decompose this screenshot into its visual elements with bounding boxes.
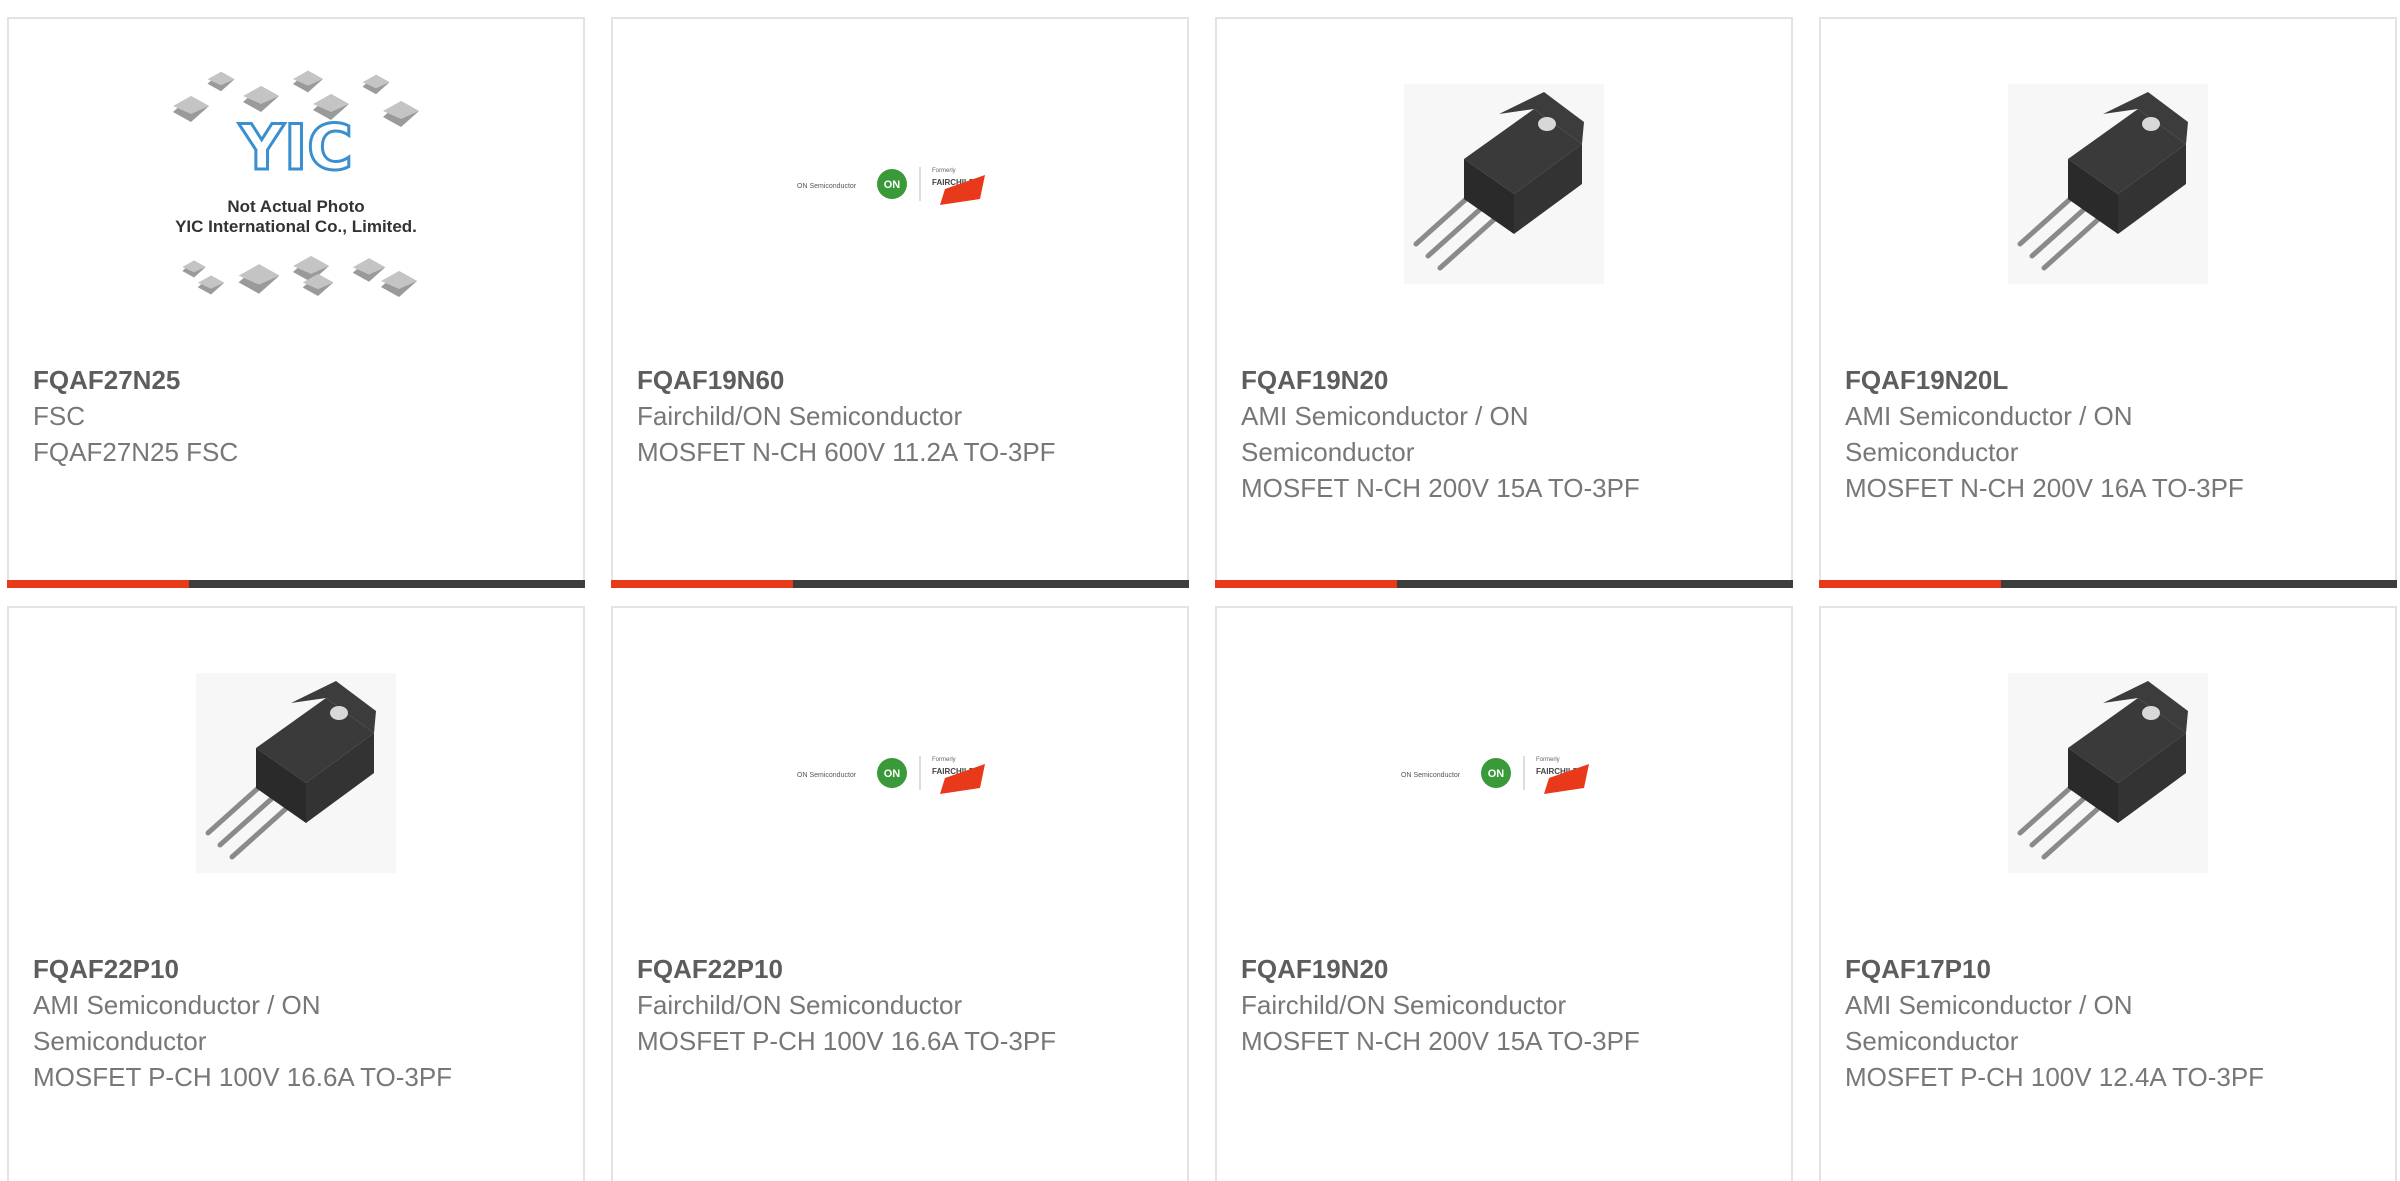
svg-text:Formerly: Formerly [932,757,956,763]
transistor-photo-icon [2008,84,2208,284]
svg-text:YIC: YIC [238,111,352,184]
description: FQAF27N25 FSC [33,437,239,467]
on-fairchild-logo-icon: ON Semiconductor ON Formerly FAIRCHILD [797,167,985,205]
description: MOSFET P-CH 100V 16.6A TO-3PF [33,1062,453,1092]
manufacturer: AMI Semiconductor / ON Semiconductor [1845,990,2133,1056]
manufacturer: AMI Semiconductor / ON Semiconductor [1241,401,1529,467]
description: MOSFET N-CH 200V 15A TO-3PF [1241,1026,1640,1056]
product-image[interactable]: ON Semiconductor ON Formerly FAIRCHILD [1217,608,1791,938]
card-footer-bar [611,580,1189,588]
part-number[interactable]: FQAF19N20 [1241,362,1701,398]
svg-text:Formerly: Formerly [1536,757,1560,763]
svg-text:ON: ON [884,179,901,191]
product-card[interactable]: FQAF19N20 AMI Semiconductor / ON Semicon… [1215,17,1793,588]
part-number[interactable]: FQAF22P10 [33,951,493,987]
product-card[interactable]: ON Semiconductor ON Formerly FAIRCHILD F… [611,17,1189,588]
svg-text:ON Semiconductor: ON Semiconductor [797,183,857,190]
product-card[interactable]: ON Semiconductor ON Formerly FAIRCHILD F… [611,606,1189,1181]
manufacturer: AMI Semiconductor / ON Semiconductor [33,990,321,1056]
card-footer-bar [1215,580,1793,588]
part-number[interactable]: FQAF17P10 [1845,951,2305,987]
transistor-photo-icon [1404,84,1604,284]
manufacturer: AMI Semiconductor / ON Semiconductor [1845,401,2133,467]
product-image[interactable] [9,608,583,938]
product-image[interactable] [1821,19,2395,349]
on-fairchild-logo-icon: ON Semiconductor ON Formerly FAIRCHILD [1401,756,1589,794]
description: MOSFET N-CH 200V 15A TO-3PF [1241,473,1640,503]
description: MOSFET N-CH 600V 11.2A TO-3PF [637,437,1056,467]
product-card[interactable]: YIC Not Actual Photo YIC International C… [7,17,585,588]
product-card[interactable]: FQAF22P10 AMI Semiconductor / ON Semicon… [7,606,585,1181]
svg-text:Formerly: Formerly [932,168,956,174]
description: MOSFET N-CH 200V 16A TO-3PF [1845,473,2244,503]
svg-text:YIC International Co., Limited: YIC International Co., Limited. [175,217,417,236]
manufacturer: Fairchild/ON Semiconductor [1241,990,1567,1020]
manufacturer: Fairchild/ON Semiconductor [637,401,963,431]
product-image[interactable]: YIC Not Actual Photo YIC International C… [9,19,583,349]
part-number[interactable]: FQAF19N20L [1845,362,2305,398]
svg-text:ON: ON [1488,768,1505,780]
transistor-photo-icon [2008,673,2208,873]
product-image[interactable]: ON Semiconductor ON Formerly FAIRCHILD [613,19,1187,349]
product-image[interactable] [1217,19,1791,349]
part-number[interactable]: FQAF22P10 [637,951,1097,987]
svg-text:ON Semiconductor: ON Semiconductor [1401,772,1461,779]
product-image[interactable] [1821,608,2395,938]
product-card[interactable]: FQAF19N20L AMI Semiconductor / ON Semico… [1819,17,2397,588]
placeholder-image: YIC Not Actual Photo YIC International C… [173,70,419,297]
description: MOSFET P-CH 100V 12.4A TO-3PF [1845,1062,2265,1092]
product-image[interactable]: ON Semiconductor ON Formerly FAIRCHILD [613,608,1187,938]
part-number[interactable]: FQAF19N20 [1241,951,1701,987]
svg-text:ON: ON [884,768,901,780]
description: MOSFET P-CH 100V 16.6A TO-3PF [637,1026,1057,1056]
product-card[interactable]: FQAF17P10 AMI Semiconductor / ON Semicon… [1819,606,2397,1181]
manufacturer: Fairchild/ON Semiconductor [637,990,963,1020]
part-number[interactable]: FQAF19N60 [637,362,1097,398]
svg-text:ON Semiconductor: ON Semiconductor [797,772,857,779]
transistor-photo-icon [196,673,396,873]
card-footer-bar [7,580,585,588]
manufacturer: FSC [33,401,85,431]
part-number[interactable]: FQAF27N25 [33,362,493,398]
card-footer-bar [1819,580,2397,588]
svg-text:Not Actual Photo: Not Actual Photo [227,197,364,216]
on-fairchild-logo-icon: ON Semiconductor ON Formerly FAIRCHILD [797,756,985,794]
product-card[interactable]: ON Semiconductor ON Formerly FAIRCHILD F… [1215,606,1793,1181]
